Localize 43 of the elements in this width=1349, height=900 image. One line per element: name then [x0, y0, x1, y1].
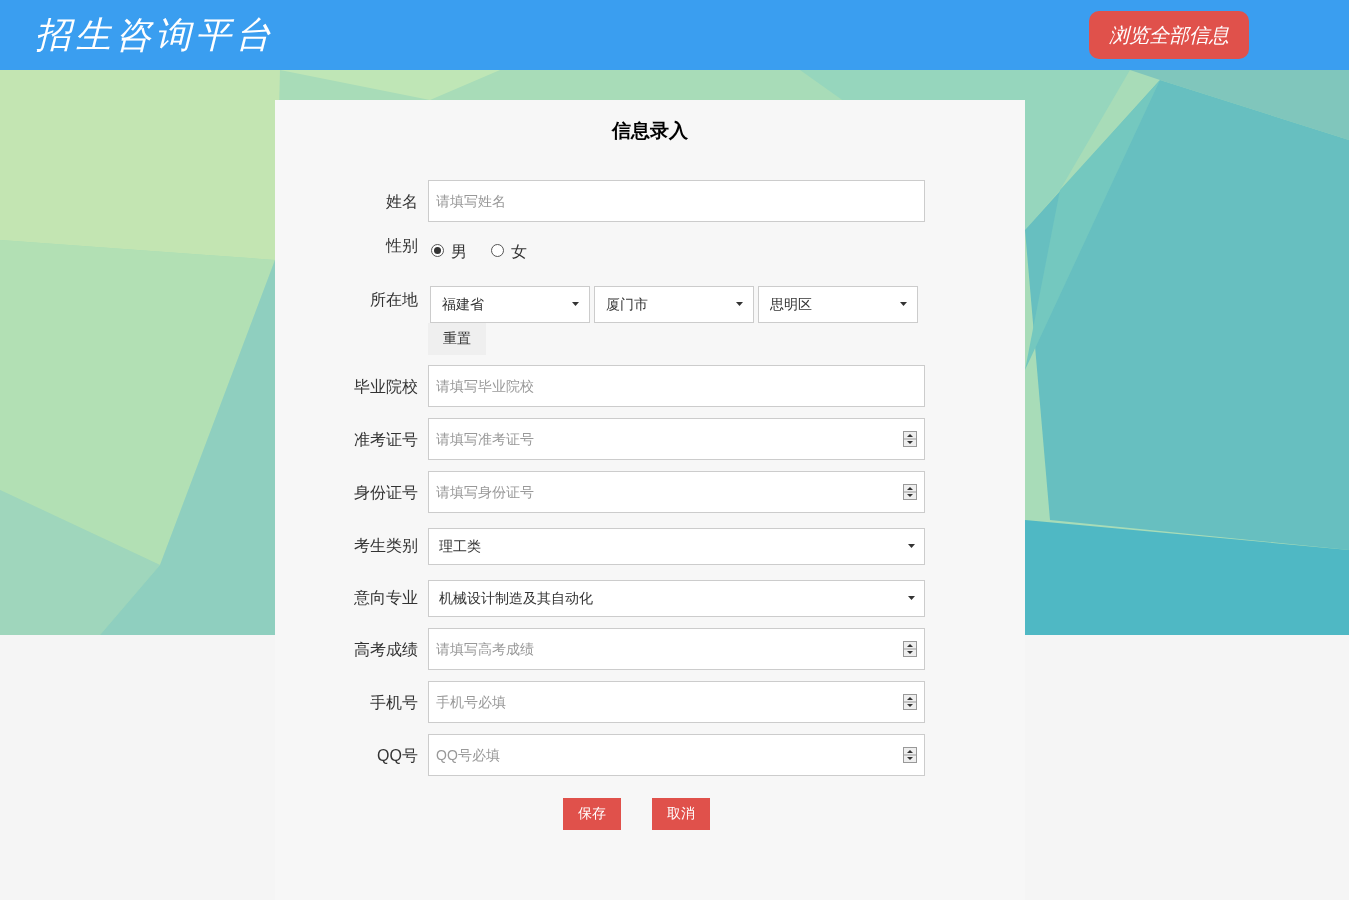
input-field[interactable]: 请填写身份证号	[428, 470, 925, 513]
caret-icon	[736, 302, 743, 306]
site-title: 招生咨询平台	[35, 13, 275, 57]
dropdown[interactable]: 理工类	[428, 527, 925, 565]
reset-button[interactable]: 重置	[428, 322, 486, 355]
dropdown[interactable]: 福建省	[430, 285, 590, 323]
field-label: 毕业院校	[354, 376, 418, 397]
input-field[interactable]: 请填写准考证号	[428, 417, 925, 460]
dropdown[interactable]: 厦门市	[594, 285, 754, 323]
cancel-button[interactable]: 取消	[651, 797, 710, 830]
dropdown[interactable]: 思明区	[758, 285, 918, 323]
input-field[interactable]: 手机号必填	[428, 680, 925, 723]
field-label: 考生类别	[354, 535, 418, 556]
input-field[interactable]: 请填写毕业院校	[428, 364, 925, 407]
field-label: 高考成绩	[354, 639, 418, 660]
field-label: 性别	[386, 235, 418, 256]
spinner-icon	[903, 693, 917, 710]
field-label: 意向专业	[354, 587, 418, 608]
spinner-icon	[903, 430, 917, 447]
field-label: 手机号	[370, 692, 418, 713]
field-label: QQ号	[377, 745, 418, 766]
field-label: 所在地	[370, 289, 418, 310]
spinner-icon	[903, 640, 917, 657]
form-title: 信息录入	[612, 119, 688, 143]
input-field[interactable]: 请填写姓名	[428, 179, 925, 222]
spinner-icon	[903, 746, 917, 763]
radio-button[interactable]	[491, 243, 504, 257]
field-label: 姓名	[386, 191, 418, 212]
caret-icon	[908, 544, 915, 548]
radio-button[interactable]	[431, 243, 444, 257]
radio-label: 男	[451, 241, 467, 262]
field-label: 身份证号	[354, 482, 418, 503]
caret-icon	[900, 302, 907, 306]
browse-button[interactable]: 浏览全部信息	[1089, 11, 1249, 59]
caret-icon	[908, 596, 915, 600]
caret-icon	[572, 302, 579, 306]
dropdown[interactable]: 机械设计制造及其自动化	[428, 579, 925, 617]
input-field[interactable]: QQ号必填	[428, 733, 925, 776]
save-button[interactable]: 保存	[562, 797, 621, 830]
spinner-icon	[903, 483, 917, 500]
radio-label: 女	[511, 241, 527, 262]
input-field[interactable]: 请填写高考成绩	[428, 627, 925, 670]
field-label: 准考证号	[354, 429, 418, 450]
